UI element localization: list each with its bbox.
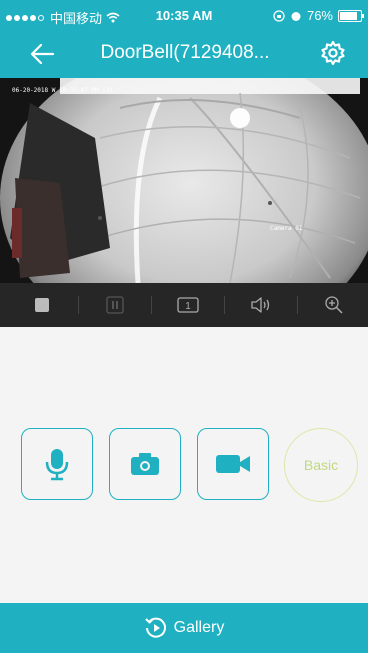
alarm-icon [291,11,301,21]
view-mode-button[interactable]: 1 [151,283,224,327]
pause-icon [105,296,124,314]
status-bar: 中国移动 10:35 AM 76% [0,0,368,30]
video-control-bar: 1 [0,283,368,327]
talk-button[interactable] [21,428,93,500]
snapshot-button[interactable] [109,428,181,500]
microphone-icon [45,449,69,481]
camera-icon [131,453,159,475]
zoom-in-icon [324,296,343,314]
nav-bar: DoorBell(7129408... [0,30,368,78]
video-camera-label: Camera 01 [270,225,303,232]
battery-icon [338,9,364,22]
action-buttons: Basic [0,428,368,504]
volume-button[interactable] [224,283,297,327]
video-camera-icon [216,455,250,473]
view-mode-icon: 1 [176,297,199,313]
battery-percent: 76% [306,8,333,23]
gallery-label: Gallery [173,619,225,636]
replay-icon [144,617,166,638]
rotation-lock-icon [273,9,285,22]
zoom-button[interactable] [297,283,368,327]
view-mode-label: 1 [185,301,191,312]
gallery-button[interactable]: Gallery [0,603,368,653]
pause-button[interactable] [78,283,151,327]
stop-icon [34,298,49,312]
speaker-icon [250,297,269,313]
back-arrow-icon[interactable] [28,40,56,68]
page-title: DoorBell(7129408... [100,42,270,63]
fisheye-image: 06-20-2018 W 10:35:07 PM (3) Camera 01 [0,78,368,283]
stop-button[interactable] [5,283,78,327]
record-button[interactable] [197,428,269,500]
basic-quality-button[interactable]: Basic [284,428,358,502]
status-right: 76% [273,8,364,23]
gear-icon[interactable] [320,40,346,66]
camera-video-feed[interactable]: 06-20-2018 W 10:35:07 PM (3) Camera 01 [0,78,368,283]
video-osd-timestamp: 06-20-2018 W 10:35:07 PM (3) [12,87,113,94]
